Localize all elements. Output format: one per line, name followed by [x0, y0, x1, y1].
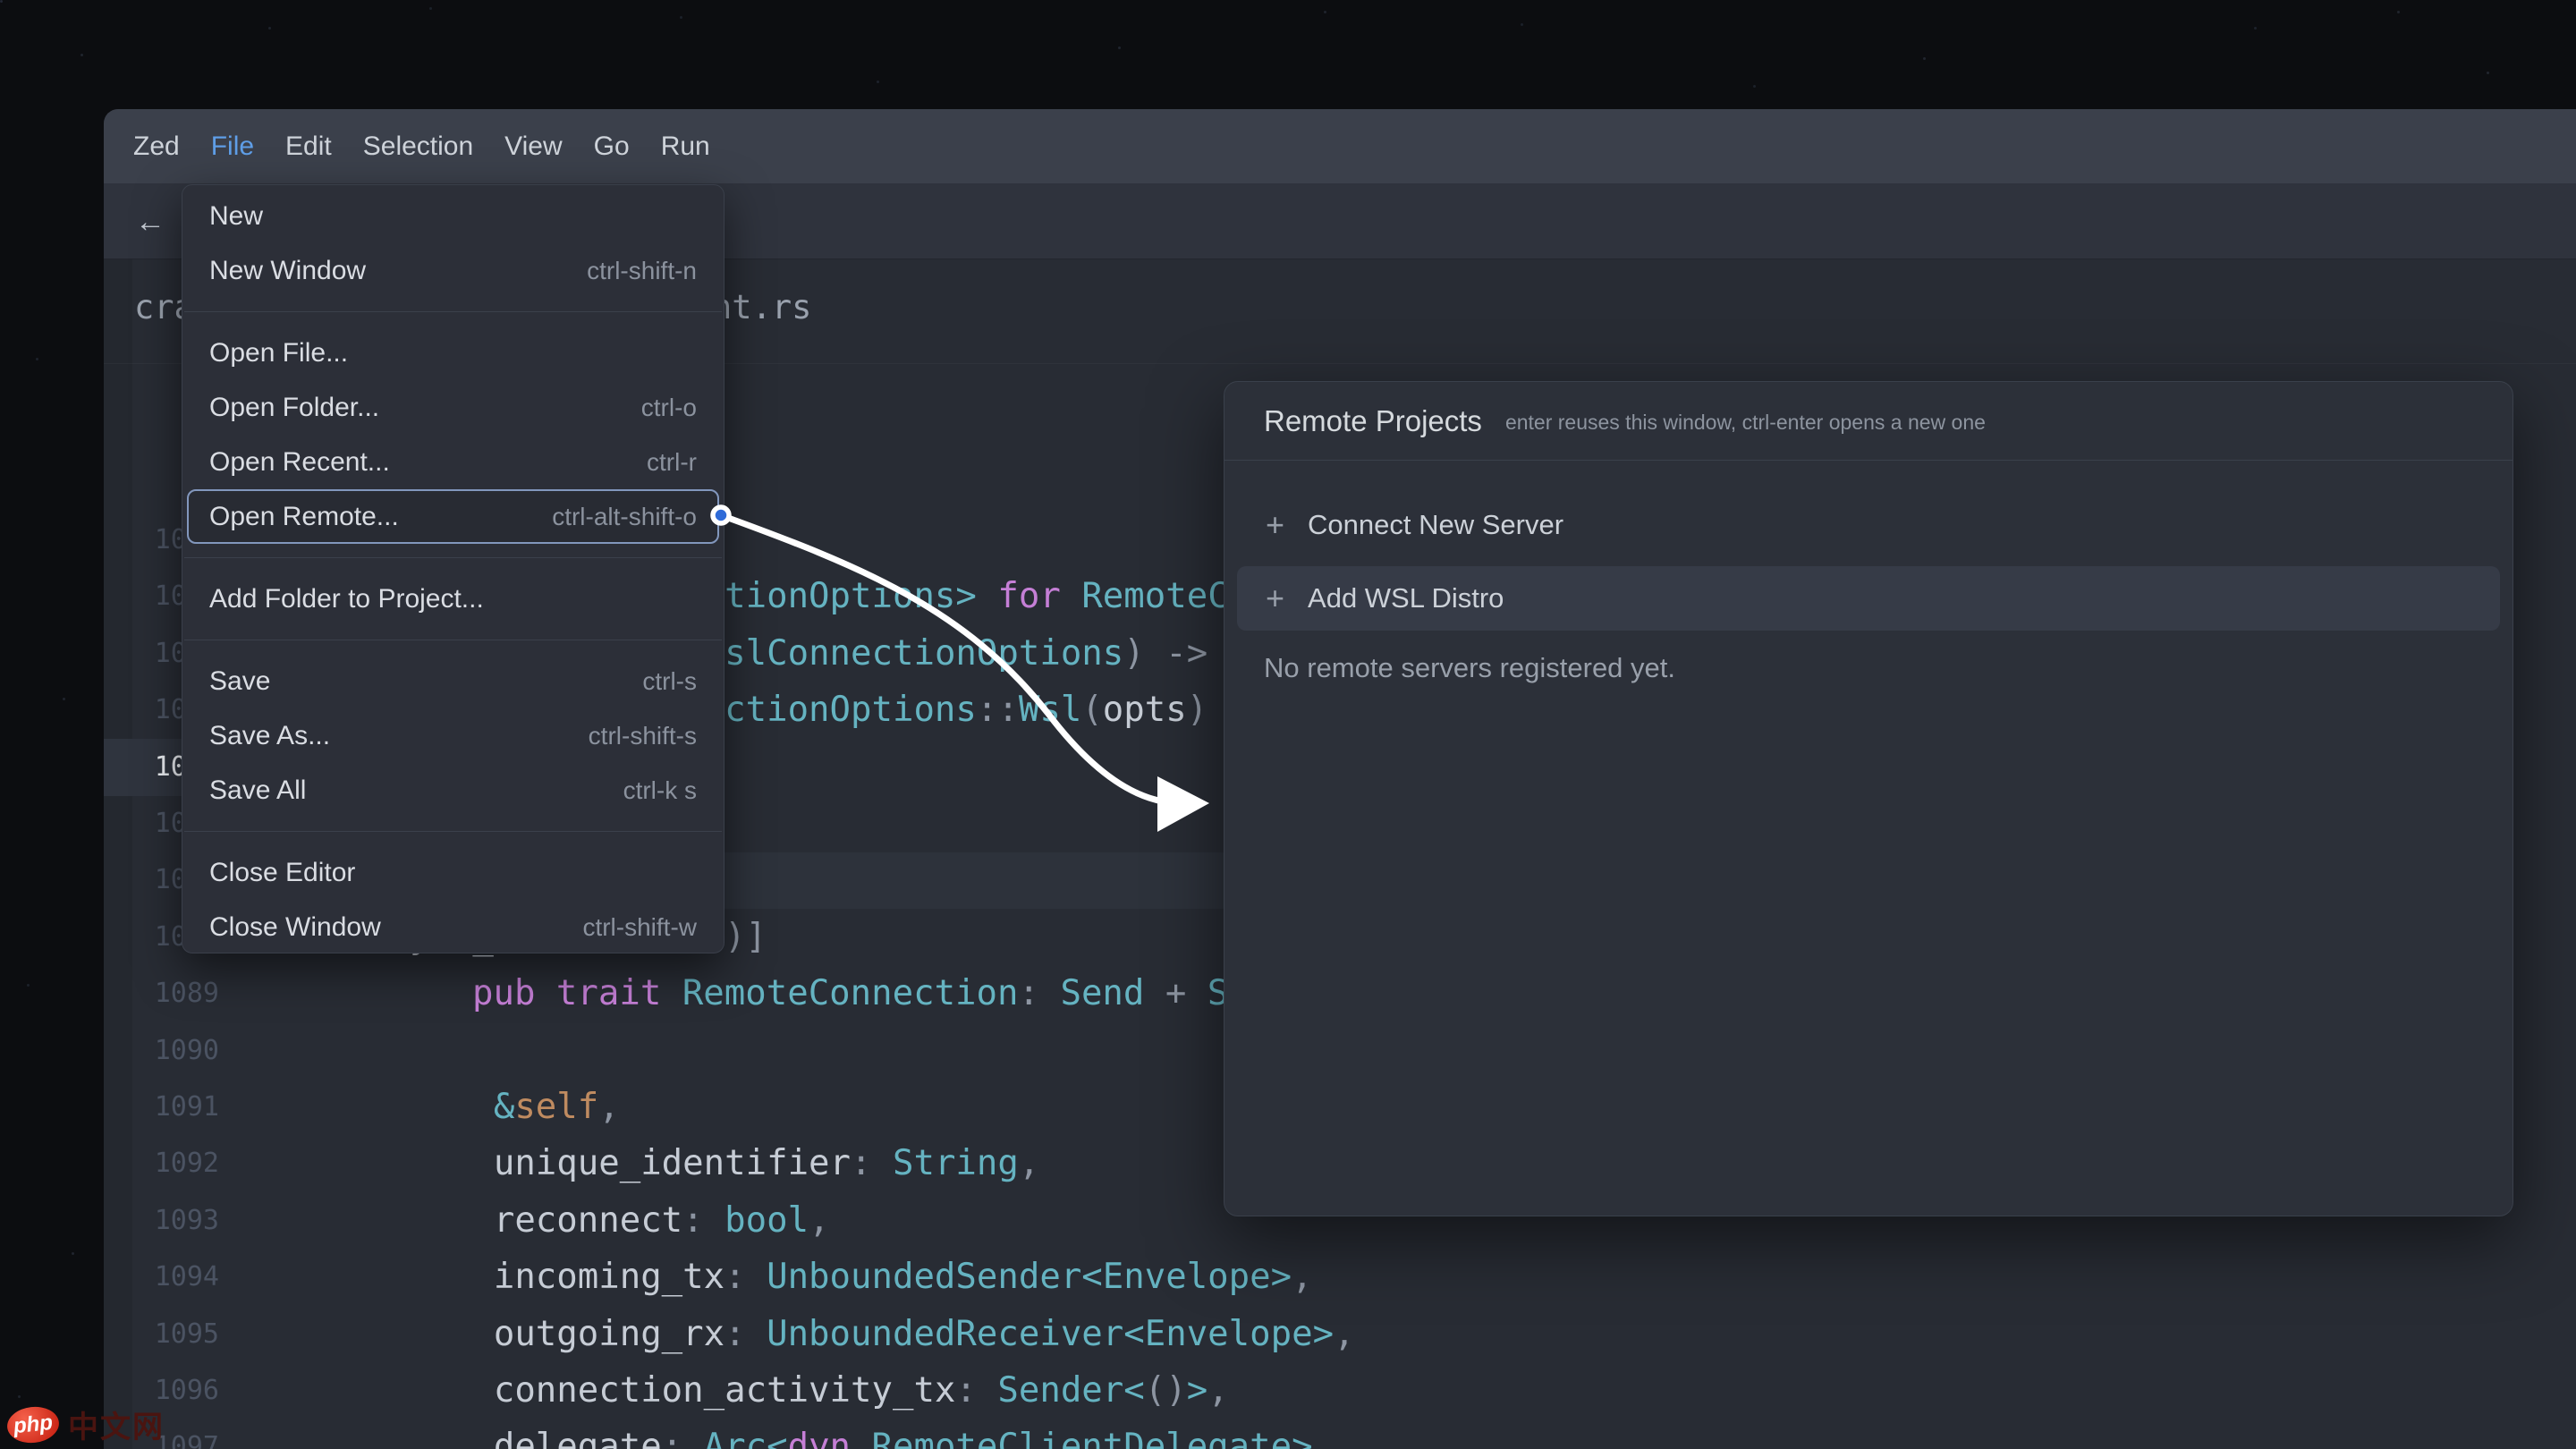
menu-item-label: Open Recent...: [209, 447, 647, 478]
menu-item-label: Close Window: [209, 912, 582, 943]
menu-bar: Zed File Edit Selection View Go Run: [104, 109, 2576, 183]
menu-item-label: Save All: [209, 775, 623, 806]
menu-separator: [184, 311, 722, 312]
modal-action-connect-new-server[interactable]: + Connect New Server: [1237, 493, 2500, 557]
code-line[interactable]: pub trait RemoteConnection: Send + Sync …: [472, 965, 1334, 1021]
menu-separator: [184, 557, 722, 558]
menu-item-shortcut: ctrl-k s: [623, 776, 697, 805]
menu-item-shortcut: ctrl-shift-s: [589, 722, 697, 750]
line-number: 1092: [134, 1135, 219, 1191]
modal-action-label: Connect New Server: [1308, 509, 1563, 541]
selected-row-highlight: [723, 852, 1225, 909]
menu-item-shortcut: ctrl-o: [641, 394, 697, 422]
menu-item-shortcut: ctrl-shift-n: [587, 257, 697, 285]
plus-icon: +: [1266, 580, 1284, 617]
modal-action-label: Add WSL Distro: [1308, 582, 1504, 614]
menu-item-add-folder-to-project[interactable]: Add Folder to Project...: [182, 572, 724, 626]
menu-item-label: Open Folder...: [209, 393, 641, 423]
menu-item-shortcut: ctrl-r: [647, 448, 697, 477]
plus-icon: +: [1266, 506, 1284, 544]
line-number: 1091: [134, 1079, 219, 1135]
menu-item-label: Save As...: [209, 721, 589, 751]
navigate-back-icon[interactable]: ←: [131, 203, 170, 241]
menu-item-label: Save: [209, 666, 642, 697]
desktop: ZedFileEditSelectionViewGoRun ← crates/r…: [0, 0, 2576, 1449]
menu-item-shortcut: ctrl-alt-shift-o: [552, 503, 697, 531]
menu-item-label: New: [209, 201, 697, 232]
line-number: 1093: [134, 1192, 219, 1249]
gutter-strip: [104, 259, 132, 1449]
menu-item-close-window[interactable]: Close Windowctrl-shift-w: [182, 900, 724, 954]
code-line[interactable]: incoming_tx: UnboundedSender<Envelope>,: [326, 1249, 1313, 1305]
menu-item-open-folder[interactable]: Open Folder...ctrl-o: [182, 380, 724, 435]
menubar-item-edit[interactable]: Edit: [285, 131, 332, 162]
menu-item-new[interactable]: New: [182, 189, 724, 243]
modal-hint: enter reuses this window, ctrl-enter ope…: [1505, 407, 1986, 435]
modal-action-add-wsl-distro[interactable]: + Add WSL Distro: [1237, 566, 2500, 631]
menu-item-label: New Window: [209, 256, 587, 286]
code-line[interactable]: delegate: Arc<dyn RemoteClientDelegate>,: [326, 1419, 1334, 1449]
code-line[interactable]: outgoing_rx: UnboundedReceiver<Envelope>…: [326, 1306, 1355, 1362]
menu-item-shortcut: ctrl-s: [642, 667, 697, 696]
file-menu-dropdown: New New Windowctrl-shift-n Open File... Ope…: [182, 184, 724, 953]
menu-item-save[interactable]: Savectrl-s: [182, 654, 724, 708]
code-line[interactable]: connection_activity_tx: Sender<()>,: [326, 1362, 1229, 1419]
code-line[interactable]: reconnect: bool,: [326, 1192, 830, 1249]
menu-item-close-editor[interactable]: Close Editor: [182, 845, 724, 900]
menu-item-open-file[interactable]: Open File...: [182, 326, 724, 380]
menubar-item-view[interactable]: View: [504, 131, 562, 162]
menubar-item-go[interactable]: Go: [594, 131, 630, 162]
menubar-item-run[interactable]: Run: [661, 131, 710, 162]
desktop-stars: [0, 0, 3, 3]
php-logo-icon: php: [5, 1404, 61, 1445]
menu-item-label: Open File...: [209, 338, 697, 369]
watermark-text: 中文网: [68, 1402, 165, 1446]
modal-body: + Connect New Server + Add WSL Distro No rem…: [1224, 461, 2512, 684]
menu-item-open-recent[interactable]: Open Recent...ctrl-r: [182, 435, 724, 489]
watermark: php 中文网: [7, 1402, 165, 1446]
line-number: 1094: [134, 1249, 219, 1305]
line-number: 1095: [134, 1306, 219, 1362]
modal-empty-state-text: No remote servers registered yet.: [1264, 652, 2473, 684]
code-line[interactable]: &self,: [326, 1079, 620, 1135]
menu-item-label: Add Folder to Project...: [209, 584, 697, 614]
menu-item-label: Open Remote...: [209, 502, 552, 532]
menu-separator: [184, 831, 722, 832]
modal-title: Remote Projects: [1264, 404, 1482, 438]
line-number: 1090: [134, 1022, 219, 1079]
menu-item-label: Close Editor: [209, 858, 697, 888]
menu-item-open-remote[interactable]: Open Remote...ctrl-alt-shift-o: [187, 489, 719, 544]
modal-header: Remote Projects enter reuses this window…: [1224, 382, 2512, 461]
menu-item-shortcut: ctrl-shift-w: [582, 913, 697, 942]
line-number: 1089: [134, 965, 219, 1021]
zed-window: ZedFileEditSelectionViewGoRun ← crates/r…: [104, 109, 2576, 1449]
menu-item-save-as[interactable]: Save As...ctrl-shift-s: [182, 708, 724, 763]
menu-item-new-window[interactable]: New Windowctrl-shift-n: [182, 243, 724, 298]
code-line[interactable]: unique_identifier: String,: [326, 1135, 1039, 1191]
menubar-item-file[interactable]: File: [211, 131, 254, 162]
menubar-item-zed[interactable]: Zed: [133, 131, 180, 162]
menu-item-save-all[interactable]: Save Allctrl-k s: [182, 763, 724, 818]
menubar-item-selection[interactable]: Selection: [363, 131, 473, 162]
remote-projects-modal: Remote Projects enter reuses this window…: [1224, 381, 2513, 1216]
